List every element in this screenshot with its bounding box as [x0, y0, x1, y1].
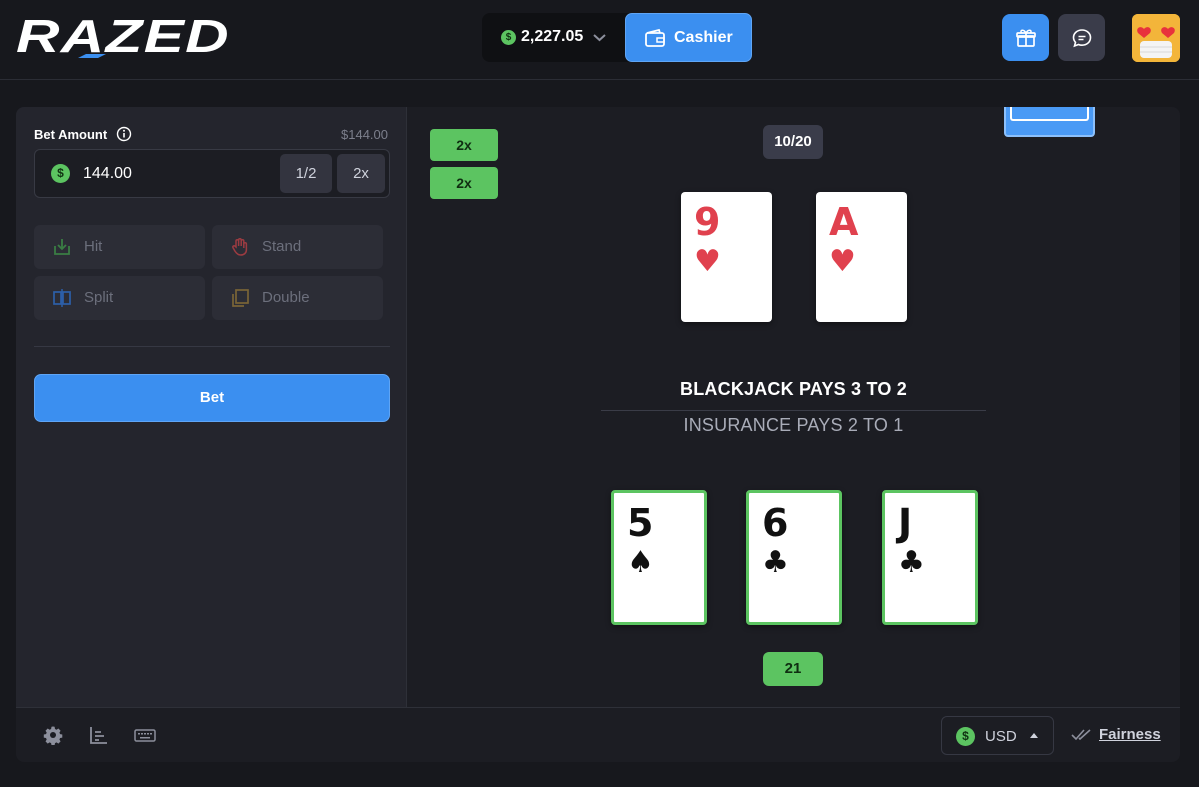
- razed-logo[interactable]: RAZED: [16, 14, 232, 58]
- half-bet-button[interactable]: 1/2: [280, 154, 332, 193]
- dollar-coin-icon: $: [956, 727, 975, 746]
- rules-divider: [601, 410, 986, 411]
- user-avatar[interactable]: [1132, 14, 1180, 62]
- stats-icon[interactable]: [89, 725, 109, 745]
- stand-button[interactable]: Stand: [212, 225, 383, 269]
- hit-button[interactable]: Hit: [34, 225, 205, 269]
- club-suit-icon: ♣: [762, 545, 789, 580]
- blackjack-payout-rule: BLACKJACK PAYS 3 TO 2: [680, 379, 907, 399]
- sidebar-divider: [34, 346, 390, 347]
- currency-selector[interactable]: $ USD: [941, 716, 1054, 755]
- currency-label: USD: [985, 728, 1017, 745]
- bet-amount-usd: $144.00: [341, 127, 388, 142]
- chevron-down-icon[interactable]: [592, 30, 607, 45]
- keyboard-icon[interactable]: [134, 726, 156, 744]
- dealer-card: A ♥: [816, 192, 907, 322]
- cashier-label: Cashier: [674, 29, 733, 46]
- double-label: Double: [262, 289, 310, 306]
- bet-amount-label: Bet Amount: [34, 127, 108, 142]
- double-bet-button[interactable]: 2x: [337, 154, 385, 193]
- heart-suit-icon: ♥: [829, 244, 856, 279]
- bet-amount-value[interactable]: 144.00: [83, 165, 132, 183]
- split-label: Split: [84, 289, 114, 306]
- insurance-payout-rule: INSURANCE PAYS 2 TO 1: [683, 415, 904, 435]
- spade-suit-icon: ♠: [627, 545, 654, 580]
- place-bet-button[interactable]: Bet: [34, 374, 390, 422]
- settings-gear-icon[interactable]: [43, 725, 63, 745]
- double-icon: [232, 289, 249, 307]
- svg-text:RAZED: RAZED: [16, 14, 230, 58]
- double-check-icon: [1071, 729, 1091, 741]
- hit-label: Hit: [84, 238, 103, 255]
- card-rank: 9: [694, 200, 721, 244]
- fairness-link[interactable]: Fairness: [1099, 726, 1161, 743]
- wallet-balance-value: 2,227.05: [521, 28, 584, 45]
- wallet-balance[interactable]: $ 2,227.05 Cashier: [482, 13, 752, 62]
- rewards-button[interactable]: [1002, 14, 1049, 61]
- dollar-coin-icon: $: [501, 30, 516, 45]
- card-rank: J: [898, 501, 913, 545]
- game-footer: $ USD Fairness: [16, 707, 1180, 762]
- dealer-score-badge: 10/20: [763, 125, 823, 159]
- info-icon[interactable]: [116, 126, 132, 142]
- card-shoe: [1004, 107, 1095, 137]
- side-bet-multiplier: 2x: [430, 129, 498, 161]
- cashier-button[interactable]: Cashier: [625, 13, 752, 62]
- wallet-icon: [645, 28, 665, 47]
- club-suit-icon: ♣: [898, 545, 925, 580]
- gift-icon: [1016, 29, 1036, 47]
- game-panel: Bet Amount $144.00 $ 144.00 1/2 2x Hit S…: [16, 107, 1180, 762]
- split-icon: [53, 289, 71, 307]
- card-rank: A: [829, 200, 859, 244]
- emoji-avatar-icon: [1132, 14, 1180, 62]
- dealer-card: 9 ♥: [681, 192, 772, 322]
- stand-hand-icon: [232, 238, 248, 256]
- player-card: J ♣: [882, 490, 978, 625]
- card-rank: 5: [627, 501, 654, 545]
- heart-suit-icon: ♥: [694, 244, 721, 279]
- bet-amount-input[interactable]: $ 144.00 1/2 2x: [34, 149, 390, 198]
- side-bet-multiplier: 2x: [430, 167, 498, 199]
- player-score-badge: 21: [763, 652, 823, 686]
- dollar-coin-icon: $: [51, 164, 70, 183]
- split-button[interactable]: Split: [34, 276, 205, 320]
- top-header: RAZED $ 2,227.05 Cashier: [0, 0, 1199, 80]
- player-card: 5 ♠: [611, 490, 707, 625]
- caret-up-icon: [1030, 733, 1038, 738]
- chat-bubble-icon: [1072, 29, 1092, 48]
- hit-icon: [54, 239, 70, 255]
- stand-label: Stand: [262, 238, 302, 255]
- double-button[interactable]: Double: [212, 276, 383, 320]
- chat-button[interactable]: [1058, 14, 1105, 61]
- player-card: 6 ♣: [746, 490, 842, 625]
- bet-controls-sidebar: Bet Amount $144.00 $ 144.00 1/2 2x Hit S…: [16, 107, 407, 707]
- card-rank: 6: [762, 501, 789, 545]
